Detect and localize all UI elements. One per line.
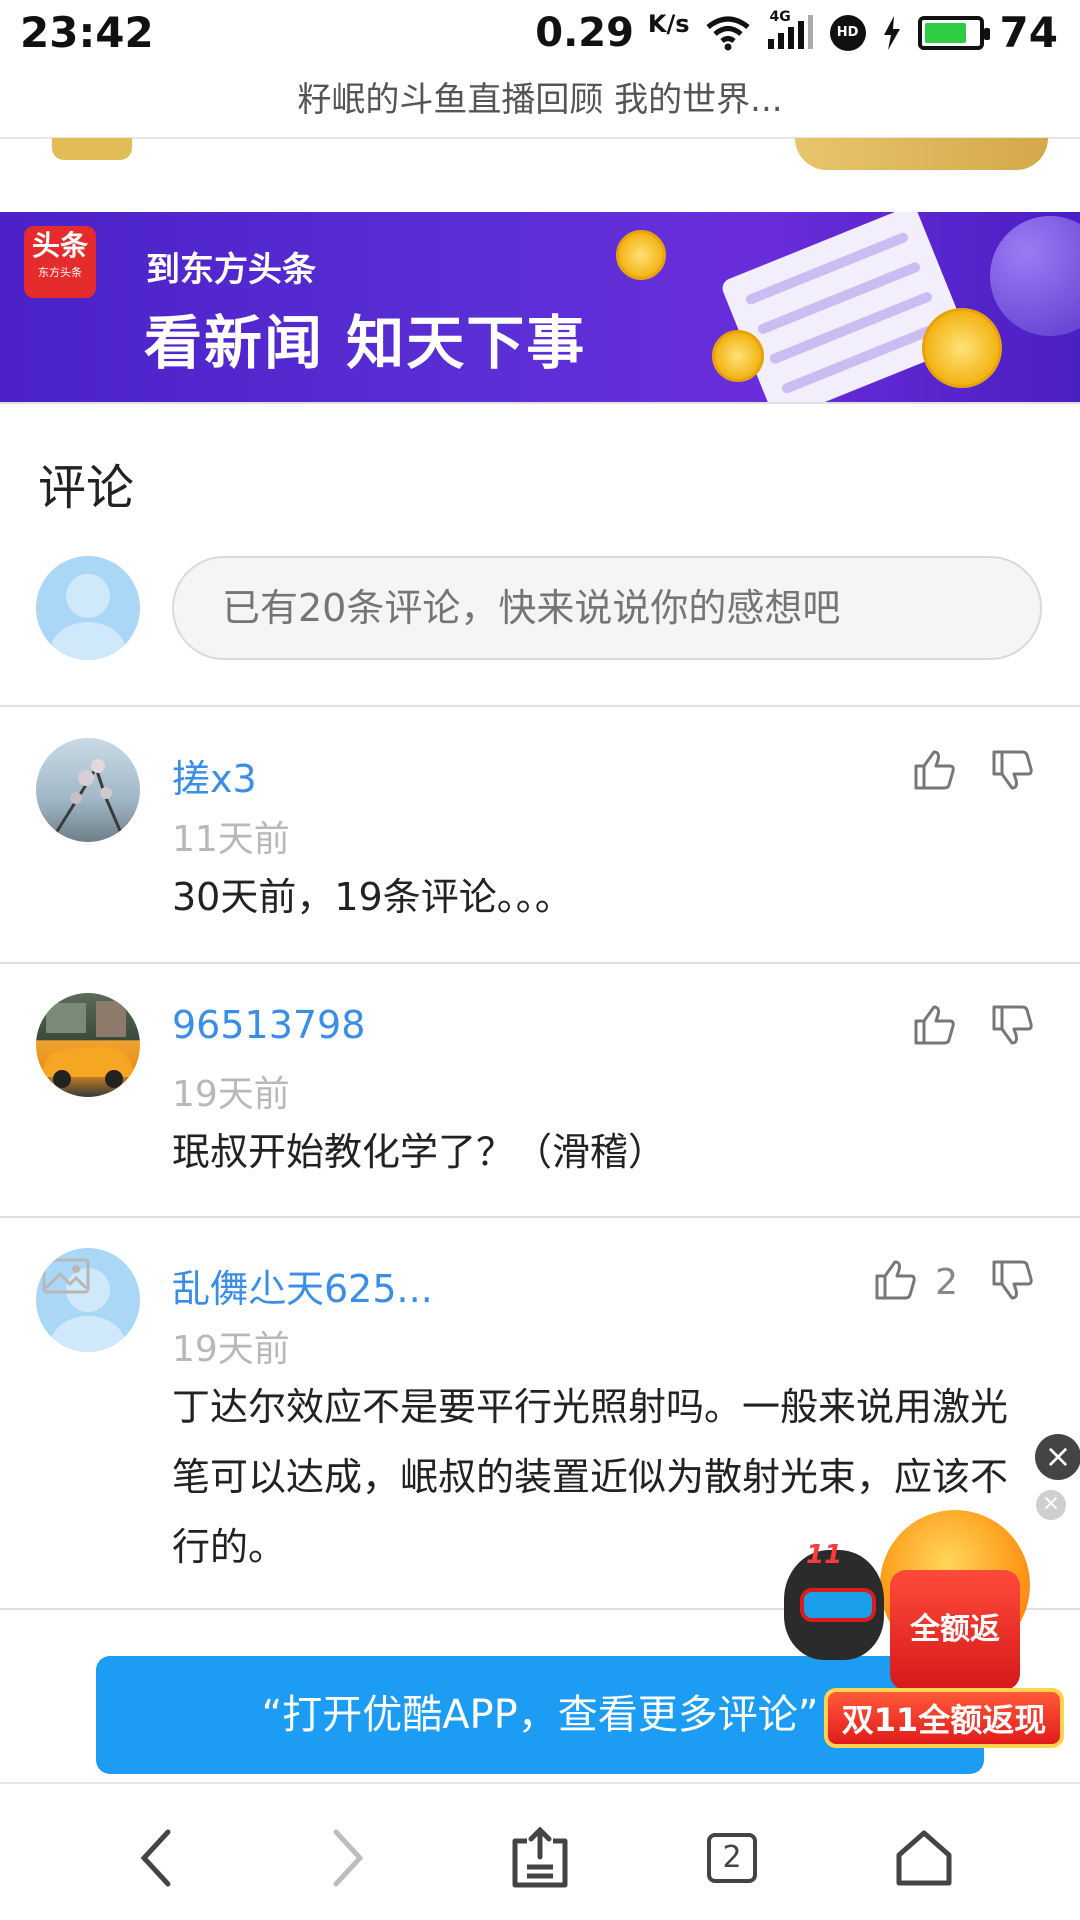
promo-ribbon[interactable]: 双11全额返现 [824, 1688, 1064, 1748]
charging-icon [882, 15, 902, 50]
thumbs-down-icon[interactable] [988, 1256, 1036, 1308]
cat-badge: 11 [806, 1540, 843, 1570]
logo-subtext: 东方头条 [38, 266, 82, 279]
hd-badge: HD [836, 25, 859, 40]
speed-unit-top: K [647, 9, 667, 38]
scrolled-content-remnant-left [52, 138, 132, 160]
comment-text: 30天前，19条评论。。。 [172, 875, 573, 919]
thumbs-up-icon[interactable] [910, 746, 958, 798]
banner-headline: 看新闻 知天下事 [144, 309, 587, 377]
comment-username[interactable]: 搓x3 [172, 748, 257, 803]
battery-icon [917, 15, 990, 50]
forward-icon [333, 1829, 364, 1887]
divider [0, 705, 1080, 707]
thumbs-up-icon[interactable] [910, 1001, 958, 1053]
status-right: 0.29 K/s 4G HD 74 [535, 8, 1058, 57]
tmall-cat-graphic: 11 [784, 1540, 884, 1660]
thumbs-down-icon[interactable] [988, 1001, 1036, 1053]
coin-graphic [616, 230, 666, 280]
comment-username[interactable]: 96513798 [172, 1003, 365, 1047]
comment-input[interactable] [172, 556, 1042, 660]
back-icon [140, 1829, 171, 1887]
signal-icon: 4G [766, 9, 814, 51]
current-user-avatar [36, 556, 140, 660]
comment-time: 11天前 [172, 819, 290, 860]
comments-title: 评论 [38, 460, 135, 516]
comment-item: 搓x3 11天前 30天前，19条评论。。。 [0, 738, 1080, 958]
comment-username[interactable]: 乱儛尐天625... [172, 1258, 433, 1313]
like-count: 2 [935, 1261, 958, 1303]
image-placeholder-icon [42, 1258, 90, 1294]
forward-button[interactable] [308, 1818, 388, 1898]
toutiao-logo: 头条 东方头条 [24, 226, 96, 298]
banner-planet-graphic [990, 216, 1080, 336]
banner-subtitle: 到东方头条 [146, 250, 316, 290]
avatar[interactable] [36, 993, 140, 1097]
network-speed-unit: K/s [648, 10, 690, 38]
divider [0, 402, 1080, 404]
bottom-navbar: 2 [0, 1782, 1080, 1920]
comment-item: 96513798 19天前 珉叔开始教化学了？（滑稽） [0, 993, 1080, 1213]
status-bar: 23:42 0.29 K/s 4G HD 74 [0, 0, 1080, 66]
thumbs-up-icon[interactable] [871, 1256, 919, 1308]
close-icon[interactable]: × [1035, 1434, 1080, 1480]
battery-level: 74 [999, 8, 1058, 57]
hd-icon: HD [829, 14, 866, 51]
comment-actions [910, 1001, 1036, 1053]
speed-unit-bottom: /s [666, 9, 690, 38]
battery-fill [924, 22, 967, 43]
share-icon [512, 1827, 568, 1888]
divider [0, 1216, 1080, 1218]
close-icon[interactable]: × [1036, 1490, 1066, 1520]
page-title: 籽岷的斗鱼直播回顾 我的世界... [297, 80, 783, 120]
ad-banner[interactable]: 头条东方头条 到东方头条 看新闻 知天下事 [0, 212, 1080, 402]
avatar[interactable] [36, 1248, 140, 1352]
comment-actions: 2 [871, 1256, 1036, 1308]
comment-actions [910, 746, 1036, 798]
floating-promo[interactable]: × × 全额返 11 双11全额返现 [780, 1434, 1080, 1750]
home-icon [896, 1830, 952, 1886]
comment-text: 珉叔开始教化学了？（滑稽） [172, 1130, 667, 1174]
coin-graphic [922, 308, 1002, 388]
network-speed: 0.29 K/s [535, 10, 689, 56]
logo-text: 头条 [31, 229, 88, 262]
scrolled-content-remnant-right[interactable] [795, 138, 1048, 170]
comment-time: 19天前 [172, 1329, 290, 1370]
comment-time: 19天前 [172, 1074, 290, 1115]
thumbs-down-icon[interactable] [988, 746, 1036, 798]
network-speed-value: 0.29 [535, 9, 634, 56]
divider [0, 962, 1080, 964]
tabs-icon: 2 [707, 1833, 757, 1883]
back-button[interactable] [116, 1818, 196, 1898]
tabs-button[interactable]: 2 [692, 1818, 772, 1898]
share-button[interactable] [500, 1818, 580, 1898]
home-button[interactable] [884, 1818, 964, 1898]
status-time: 23:42 [20, 8, 154, 57]
wifi-icon [705, 15, 750, 51]
avatar[interactable] [36, 738, 140, 842]
coin-graphic [712, 330, 764, 382]
promo-box-label: 全额返 [890, 1570, 1020, 1690]
network-type: 4G [769, 8, 791, 25]
